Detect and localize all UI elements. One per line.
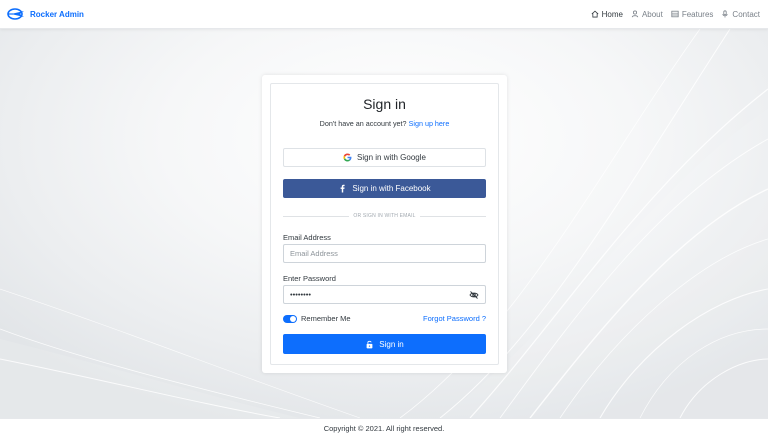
google-icon (343, 153, 352, 162)
user-icon (631, 10, 639, 18)
main-nav: Home About Features Contact (591, 10, 760, 19)
remember-me-toggle[interactable]: Remember Me (283, 314, 351, 323)
brand-name: Rocker Admin (30, 9, 84, 19)
unlock-icon (366, 340, 373, 348)
signin-submit-button[interactable]: Sign in (283, 334, 486, 354)
remember-me-label: Remember Me (301, 314, 351, 323)
email-divider: OR SIGN IN WITH EMAIL (283, 213, 487, 219)
top-navbar: Rocker Admin Home About Features Contact (0, 0, 768, 29)
divider-line-left (283, 215, 350, 217)
signin-button-label: Sign in (379, 339, 404, 349)
remember-switch[interactable] (283, 314, 297, 323)
grid-icon (671, 10, 679, 18)
page-title: Sign in (363, 96, 406, 112)
mic-icon (722, 10, 728, 18)
brand-link[interactable]: Rocker Admin (7, 7, 84, 21)
google-button-label: Sign in with Google (357, 153, 426, 162)
facebook-icon (340, 184, 345, 193)
nav-item-label: Contact (732, 9, 760, 19)
signin-card: Sign in Don't have an account yet? Sign … (262, 75, 507, 373)
rocket-logo-icon (7, 8, 24, 20)
forgot-password-link[interactable]: Forgot Password ? (423, 314, 486, 323)
nav-item-about[interactable]: About (631, 10, 663, 19)
signin-card-body: Sign in Don't have an account yet? Sign … (270, 83, 499, 365)
signup-link[interactable]: Sign up here (409, 119, 450, 128)
email-field[interactable] (283, 244, 486, 263)
signup-prompt: Don't have an account yet? Sign up here (271, 119, 498, 128)
nav-item-label: Home (601, 9, 623, 19)
page-footer: Copyright © 2021. All right reserved. (0, 418, 768, 437)
copyright-text: Copyright © 2021. All right reserved. (323, 423, 445, 433)
nav-item-home[interactable]: Home (591, 10, 623, 19)
password-label: Enter Password (283, 274, 336, 283)
no-account-text: Don't have an account yet? (319, 119, 407, 128)
nav-item-label: Features (681, 9, 714, 19)
nav-item-contact[interactable]: Contact (721, 10, 760, 19)
nav-item-features[interactable]: Features (671, 9, 714, 19)
password-field[interactable] (283, 285, 486, 304)
facebook-button-label: Sign in with Facebook (352, 184, 431, 193)
nav-item-label: About (641, 9, 663, 19)
google-signin-button[interactable]: Sign in with Google (283, 148, 486, 167)
email-label: Email Address (283, 233, 331, 242)
hide-password-icon[interactable] (469, 290, 479, 300)
divider-text: OR SIGN IN WITH EMAIL (353, 213, 416, 219)
home-icon (591, 10, 599, 18)
facebook-signin-button[interactable]: Sign in with Facebook (283, 179, 486, 198)
divider-line-right (419, 215, 487, 217)
